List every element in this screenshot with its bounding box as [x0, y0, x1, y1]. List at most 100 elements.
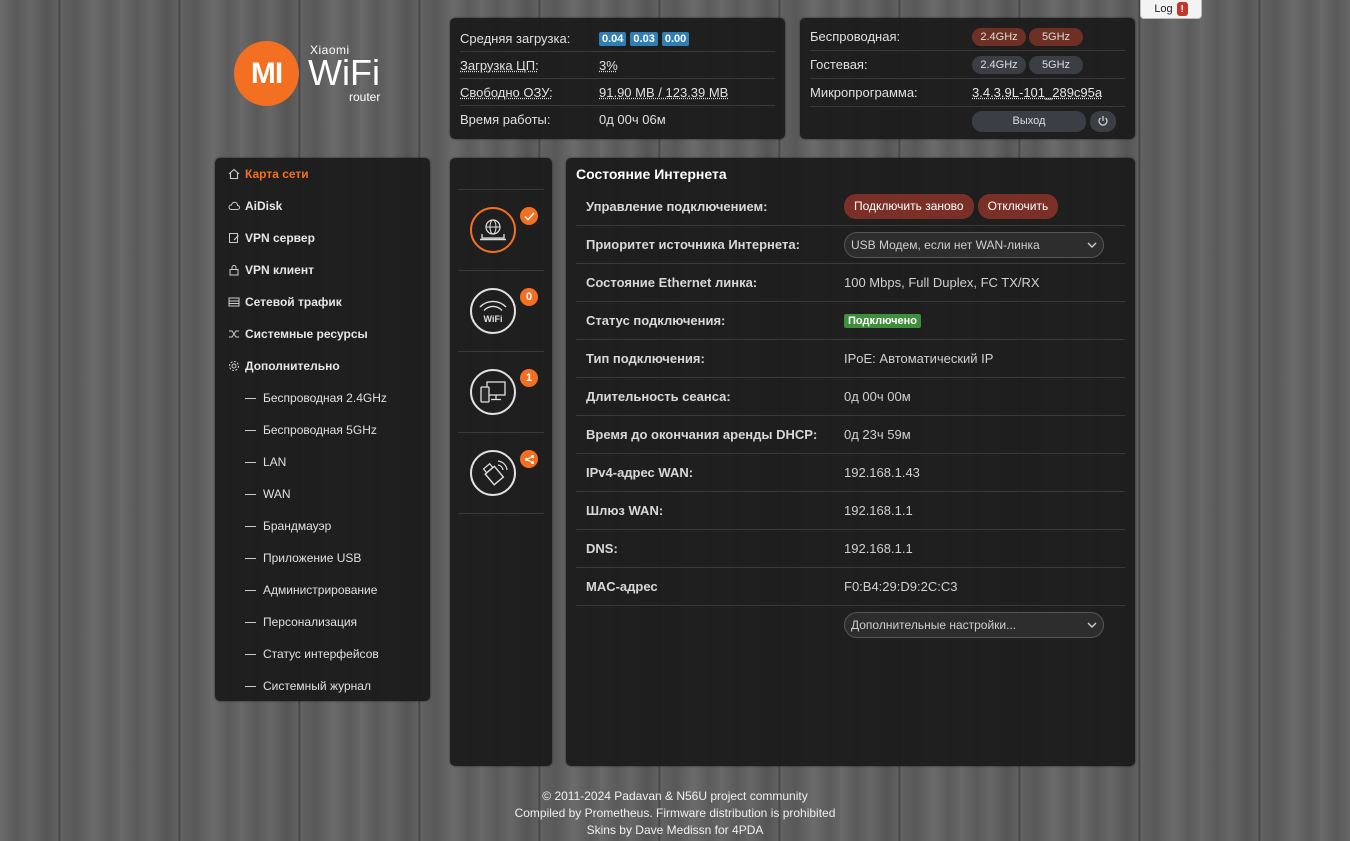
load-average-label: Средняя загрузка:	[460, 30, 571, 46]
page-title: Состояние Интернета	[576, 166, 727, 182]
sidebar-subitem-label: LAN	[263, 455, 287, 469]
advanced-settings-row: Дополнительные настройки...	[576, 606, 1125, 644]
disconnect-button[interactable]: Отключить	[977, 194, 1059, 219]
icon-column-divider	[458, 513, 544, 594]
clients-count-badge: 1	[520, 369, 538, 387]
advanced-settings-select[interactable]: Дополнительные настройки...	[844, 612, 1104, 638]
uptime-label: Время работы:	[460, 112, 551, 127]
guest-label: Гостевая:	[810, 57, 868, 72]
wifi-status-cell[interactable]: WiFi 0	[458, 270, 544, 351]
gear-icon	[227, 359, 241, 373]
wireless-24ghz-button[interactable]: 2.4GHz	[972, 27, 1026, 46]
row-label: Состояние Ethernet линка:	[586, 275, 758, 290]
sidebar-subitem-lan[interactable]: LAN	[215, 446, 430, 478]
row-value: IPoE: Автоматический IP	[844, 351, 994, 366]
sidebar-subitem-label: Персонализация	[263, 615, 358, 629]
sidebar-item-traffic[interactable]: Сетевой трафик	[215, 286, 430, 318]
guest-5ghz-button[interactable]: 5GHz	[1029, 55, 1083, 74]
sidebar-subitem-customization[interactable]: Персонализация	[215, 606, 430, 638]
wireless-5ghz-button[interactable]: 5GHz	[1029, 27, 1083, 46]
power-icon	[1098, 116, 1108, 126]
row-label: Шлюз WAN:	[586, 503, 664, 518]
row-label: Тип подключения:	[586, 351, 705, 366]
free-ram-value[interactable]: 91.90 MB / 123.39 MB	[599, 85, 728, 100]
sidebar-item-vpn-server[interactable]: VPN сервер	[215, 222, 430, 254]
sidebar-item-network-map[interactable]: Карта сети	[215, 158, 430, 190]
row-value: 0д 00ч 00м	[844, 389, 911, 404]
log-button[interactable]: Log !	[1140, 0, 1202, 19]
wifi-icon-text: WiFi	[484, 314, 503, 324]
wan-ipv4-row: IPv4-адрес WAN: 192.168.1.43	[576, 454, 1125, 492]
row-value: 192.168.1.1	[844, 503, 913, 518]
wireless-row: Беспроводная: 2.4GHz 5GHz	[810, 23, 1125, 51]
cpu-load-label[interactable]: Загрузка ЦП:	[460, 58, 599, 73]
sidebar-item-label: VPN клиент	[245, 263, 314, 277]
sidebar-item-advanced[interactable]: Дополнительно	[215, 350, 430, 382]
internet-status-cell[interactable]	[458, 189, 544, 270]
logout-button[interactable]: Выход	[972, 110, 1086, 132]
row-label: IPv4-адрес WAN:	[586, 465, 694, 480]
sidebar-subitem-label: Администрирование	[263, 583, 378, 597]
check-icon	[520, 207, 538, 225]
vpn-server-icon	[227, 231, 241, 245]
sidebar-item-aidisk[interactable]: AiDisk	[215, 190, 430, 222]
connection-control-row: Управление подключением: Подключить зано…	[576, 188, 1125, 226]
usb-status-button[interactable]	[470, 450, 516, 496]
sidebar-subitem-system-log[interactable]: Системный журнал	[215, 670, 430, 702]
sidebar-item-label: AiDisk	[245, 199, 283, 213]
sidebar-subitem-label: Приложение USB	[263, 551, 362, 565]
mac-address-row: MAC-адрес F0:B4:29:D9:2C:C3	[576, 568, 1125, 606]
wan-gateway-row: Шлюз WAN: 192.168.1.1	[576, 492, 1125, 530]
sidebar-subitem-wan[interactable]: WAN	[215, 478, 430, 510]
dns-row: DNS: 192.168.1.1	[576, 530, 1125, 568]
cpu-load-row: Загрузка ЦП: 3%	[460, 52, 775, 79]
wifi-icon: WiFi	[479, 300, 507, 324]
sidebar-subitem-usb-app[interactable]: Приложение USB	[215, 542, 430, 574]
sidebar: Карта сети AiDisk VPN сервер VPN клиент …	[215, 158, 430, 701]
row-label: MAC-адрес	[586, 579, 658, 594]
sidebar-subitem-wireless-24[interactable]: Беспроводная 2.4GHz	[215, 382, 430, 414]
uptime-value: 0д 00ч 06м	[599, 112, 666, 127]
sidebar-subitem-administration[interactable]: Администрирование	[215, 574, 430, 606]
row-label: Длительность сеанса:	[586, 389, 731, 404]
sidebar-subitem-firewall[interactable]: Брандмауэр	[215, 510, 430, 542]
clients-status-cell[interactable]: 1	[458, 351, 544, 432]
wifi-clients-badge: 0	[520, 288, 538, 306]
wireless-panel: Беспроводная: 2.4GHz 5GHz Гостевая: 2.4G…	[800, 18, 1135, 139]
free-ram-label[interactable]: Свободно ОЗУ:	[460, 85, 599, 100]
reconnect-button[interactable]: Подключить заново	[844, 194, 974, 219]
firmware-version-link[interactable]: 3.4.3.9L-101_289c95a	[972, 85, 1102, 100]
row-value: 192.168.1.1	[844, 541, 913, 556]
usb-modem-icon	[482, 460, 508, 486]
log-label: Log	[1154, 3, 1173, 15]
row-label: Статус подключения:	[586, 313, 726, 328]
row-value: F0:B4:29:D9:2C:C3	[844, 579, 958, 594]
log-alert-badge: !	[1176, 2, 1188, 16]
sidebar-subitem-label: Системный журнал	[263, 679, 371, 693]
cpu-load-value[interactable]: 3%	[599, 58, 618, 73]
internet-status-panel: Состояние Интернета Управление подключен…	[566, 158, 1135, 766]
reboot-button[interactable]	[1090, 110, 1116, 132]
guest-24ghz-button[interactable]: 2.4GHz	[972, 55, 1026, 74]
load-5min-badge: 0.03	[630, 32, 658, 46]
internet-status-button[interactable]	[470, 207, 516, 253]
shuffle-icon	[227, 327, 241, 341]
sidebar-item-system-resources[interactable]: Системные ресурсы	[215, 318, 430, 350]
sidebar-subitem-wireless-5[interactable]: Беспроводная 5GHz	[215, 414, 430, 446]
source-priority-select[interactable]: USB Модем, если нет WAN-линка	[844, 231, 1104, 258]
usb-status-cell[interactable]	[458, 432, 544, 513]
sidebar-item-vpn-client[interactable]: VPN клиент	[215, 254, 430, 286]
load-15min-badge: 0.00	[661, 32, 690, 46]
sidebar-subitem-interface-status[interactable]: Статус интерфейсов	[215, 638, 430, 670]
wifi-status-button[interactable]: WiFi	[470, 288, 516, 334]
mi-logo-icon: MI	[234, 41, 299, 106]
load-1min-badge: 0.04	[599, 32, 627, 46]
clients-status-button[interactable]	[470, 369, 516, 415]
cloud-icon	[227, 199, 241, 213]
sidebar-item-label: Системные ресурсы	[245, 327, 368, 341]
connection-status-row: Статус подключения: Подключено	[576, 302, 1125, 340]
sidebar-subitem-label: Беспроводная 2.4GHz	[263, 391, 387, 405]
row-label: Приоритет источника Интернета:	[586, 237, 800, 252]
logout-row: Выход	[810, 107, 1125, 135]
row-value: 192.168.1.43	[844, 465, 920, 480]
